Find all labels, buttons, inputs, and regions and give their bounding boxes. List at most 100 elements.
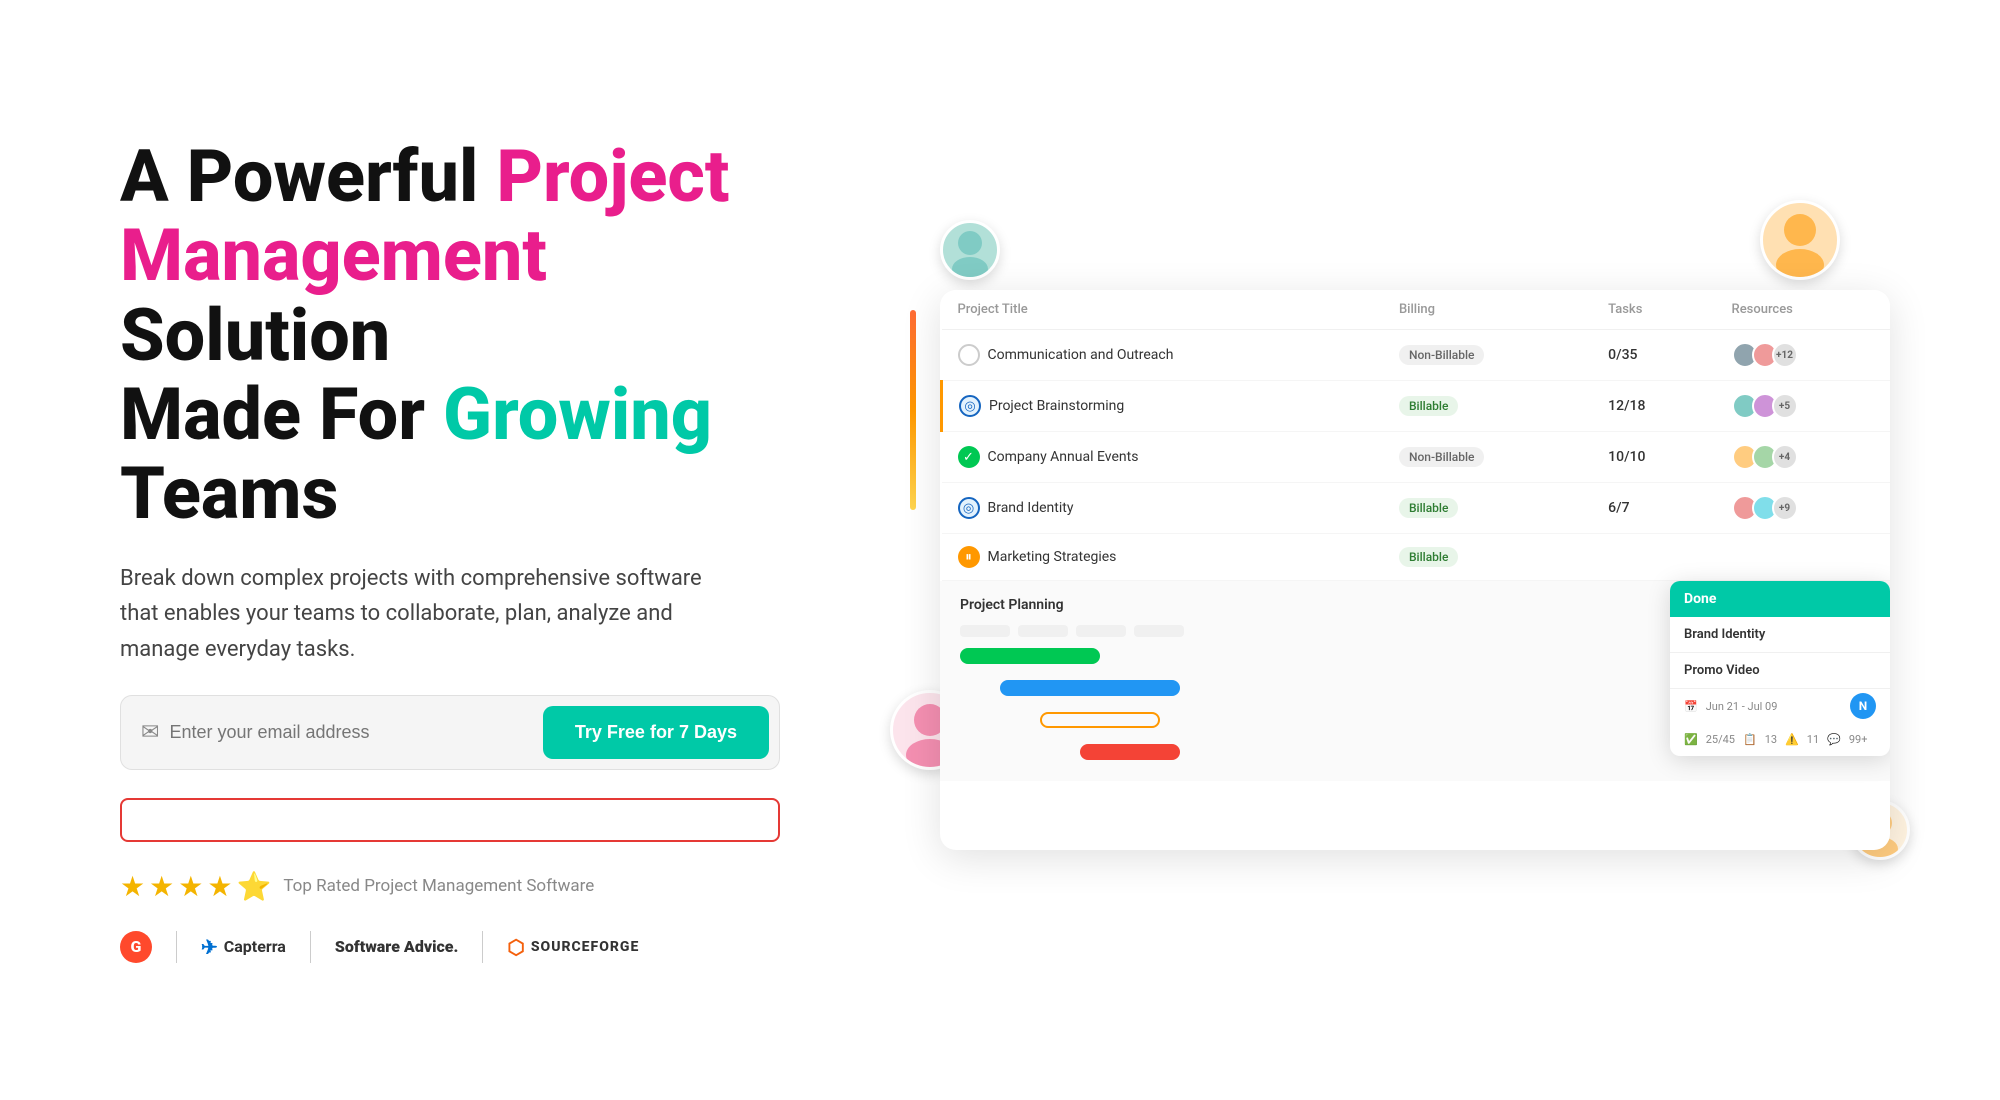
avatar-count: +4 <box>1772 444 1798 470</box>
billing-badge: Billable <box>1399 396 1458 416</box>
stat-count1: 13 <box>1765 733 1777 746</box>
stat-count2: 11 <box>1807 733 1819 746</box>
resources-cell: +4 <box>1716 432 1890 483</box>
user-avatar-n: N <box>1850 693 1876 719</box>
project-name-cell: ✓ Company Annual Events <box>942 432 1383 483</box>
table-header-row: Project Title Billing Tasks Resources <box>942 290 1891 330</box>
avatar-count: +12 <box>1772 342 1798 368</box>
tasks-cell: 12/18 <box>1592 381 1715 432</box>
billing-cell: Billable <box>1383 381 1592 432</box>
project-name: Project Brainstorming <box>989 398 1124 414</box>
headline: A Powerful Project Management Solution M… <box>120 137 820 533</box>
avatar-count: +5 <box>1772 393 1798 419</box>
avatar-stack: +5 <box>1732 393 1874 419</box>
avatar-stack: +4 <box>1732 444 1874 470</box>
billing-badge: Billable <box>1399 547 1458 567</box>
star-rating: ★ ★ ★ ★ ⭐ <box>120 870 271 903</box>
email-form: ✉ Try Free for 7 Days <box>120 695 780 770</box>
sourceforge-icon: ⬡ <box>507 935 524 959</box>
billing-badge: Billable <box>1399 498 1458 518</box>
row-icon-orange: ⏸ <box>958 546 980 568</box>
avatar-count: +9 <box>1772 495 1798 521</box>
project-name-cell: ⏸ Marketing Strategies <box>942 534 1383 581</box>
table-row[interactable]: ◎ Project Brainstorming Billable 12/18 +… <box>942 381 1891 432</box>
headline-highlight2: Growing <box>443 372 712 457</box>
gantt-bar-blue <box>1000 680 1180 696</box>
stat-progress: 25/45 <box>1706 733 1735 746</box>
headline-highlight1: Project <box>496 134 729 219</box>
email-icon: ✉ <box>141 720 159 745</box>
accent-bar <box>910 310 916 510</box>
sourceforge-logo: ⬡ SOURCEFORGE <box>483 935 663 959</box>
project-name: Company Annual Events <box>988 449 1139 465</box>
billing-cell: Billable <box>1383 534 1592 581</box>
float-avatar-2 <box>1760 200 1840 280</box>
headline-part1: A Powerful <box>120 134 496 219</box>
popup-item-1: Brand Identity <box>1670 617 1890 653</box>
star-5: ⭐ <box>236 870 271 903</box>
capterra-logo: ✈ Capterra <box>177 935 310 959</box>
star-4: ★ <box>207 870 232 903</box>
date-range: Jun 21 - Jul 09 <box>1706 700 1778 713</box>
col-resources: Resources <box>1716 290 1890 330</box>
row-icon-blue: ◎ <box>958 497 980 519</box>
error-box <box>120 798 780 842</box>
calendar-icon: 📅 <box>1684 700 1698 713</box>
popup-card: Done Brand Identity Promo Video 📅 Jun 21… <box>1670 581 1890 756</box>
table-row[interactable]: Communication and Outreach Non-Billable … <box>942 330 1891 381</box>
project-name-cell: ◎ Brand Identity <box>942 483 1383 534</box>
table-row[interactable]: ◎ Brand Identity Billable 6/7 +9 <box>942 483 1891 534</box>
avatar-stack: +12 <box>1732 342 1874 368</box>
headline-part2: Management <box>120 213 547 298</box>
stat-count3: 99+ <box>1849 733 1868 746</box>
popup-item-2: Promo Video <box>1670 653 1890 689</box>
row-icon-green: ✓ <box>958 446 980 468</box>
tasks-cell: 10/10 <box>1592 432 1715 483</box>
table-row[interactable]: ⏸ Marketing Strategies Billable <box>942 534 1891 581</box>
popup-stats: ✅ 25/45 📋 13 ⚠️ 11 💬 99+ <box>1670 727 1890 756</box>
gantt-bar-orange <box>1040 712 1160 728</box>
capterra-icon: ✈ <box>201 935 218 959</box>
logos-row: G ✈ Capterra Software Advice. ⬡ SOURCEFO… <box>120 931 820 963</box>
resources-cell: +9 <box>1716 483 1890 534</box>
stat-msg-icon: 💬 <box>1827 733 1841 746</box>
project-name-cell: Communication and Outreach <box>942 330 1383 381</box>
star-3: ★ <box>178 870 203 903</box>
tasks-cell <box>1592 534 1715 581</box>
col-tasks: Tasks <box>1592 290 1715 330</box>
bottom-section: Project Planning <box>940 581 1890 781</box>
task-count: 6/7 <box>1608 500 1629 516</box>
star-2: ★ <box>149 870 174 903</box>
email-input[interactable] <box>169 722 532 743</box>
billing-cell: Billable <box>1383 483 1592 534</box>
project-name: Marketing Strategies <box>988 549 1117 565</box>
col-project-title: Project Title <box>942 290 1383 330</box>
table-row[interactable]: ✓ Company Annual Events Non-Billable 10/… <box>942 432 1891 483</box>
left-column: A Powerful Project Management Solution M… <box>120 137 820 963</box>
right-column: Project Title Billing Tasks Resources Co… <box>880 250 1920 850</box>
ratings-label: Top Rated Project Management Software <box>283 876 594 896</box>
subtext: Break down complex projects with compreh… <box>120 561 720 667</box>
stat-alert-icon: ⚠️ <box>1785 733 1799 746</box>
popup-date: 📅 Jun 21 - Jul 09 N <box>1670 689 1890 727</box>
resources-cell: +5 <box>1716 381 1890 432</box>
headline-part2b: Solution <box>120 293 390 378</box>
tasks-cell: 0/35 <box>1592 330 1715 381</box>
row-icon-empty <box>958 344 980 366</box>
cta-button[interactable]: Try Free for 7 Days <box>543 706 769 759</box>
gantt-bar-red <box>1080 744 1180 760</box>
task-count: 0/35 <box>1608 347 1637 363</box>
col-billing: Billing <box>1383 290 1592 330</box>
gantt-bar-green <box>960 648 1100 664</box>
popup-header: Done <box>1670 581 1890 617</box>
capterra-label: Capterra <box>224 937 286 956</box>
task-count: 10/10 <box>1608 449 1645 465</box>
project-name: Brand Identity <box>988 500 1074 516</box>
softwareadvice-label: Software Advice. <box>335 937 459 956</box>
softwareadvice-logo: Software Advice. <box>311 937 483 956</box>
g2-icon: G <box>120 931 152 963</box>
billing-badge: Non-Billable <box>1399 447 1485 467</box>
task-count: 12/18 <box>1608 398 1645 414</box>
row-icon-blue: ◎ <box>959 395 981 417</box>
dashboard-card: Project Title Billing Tasks Resources Co… <box>940 290 1890 850</box>
